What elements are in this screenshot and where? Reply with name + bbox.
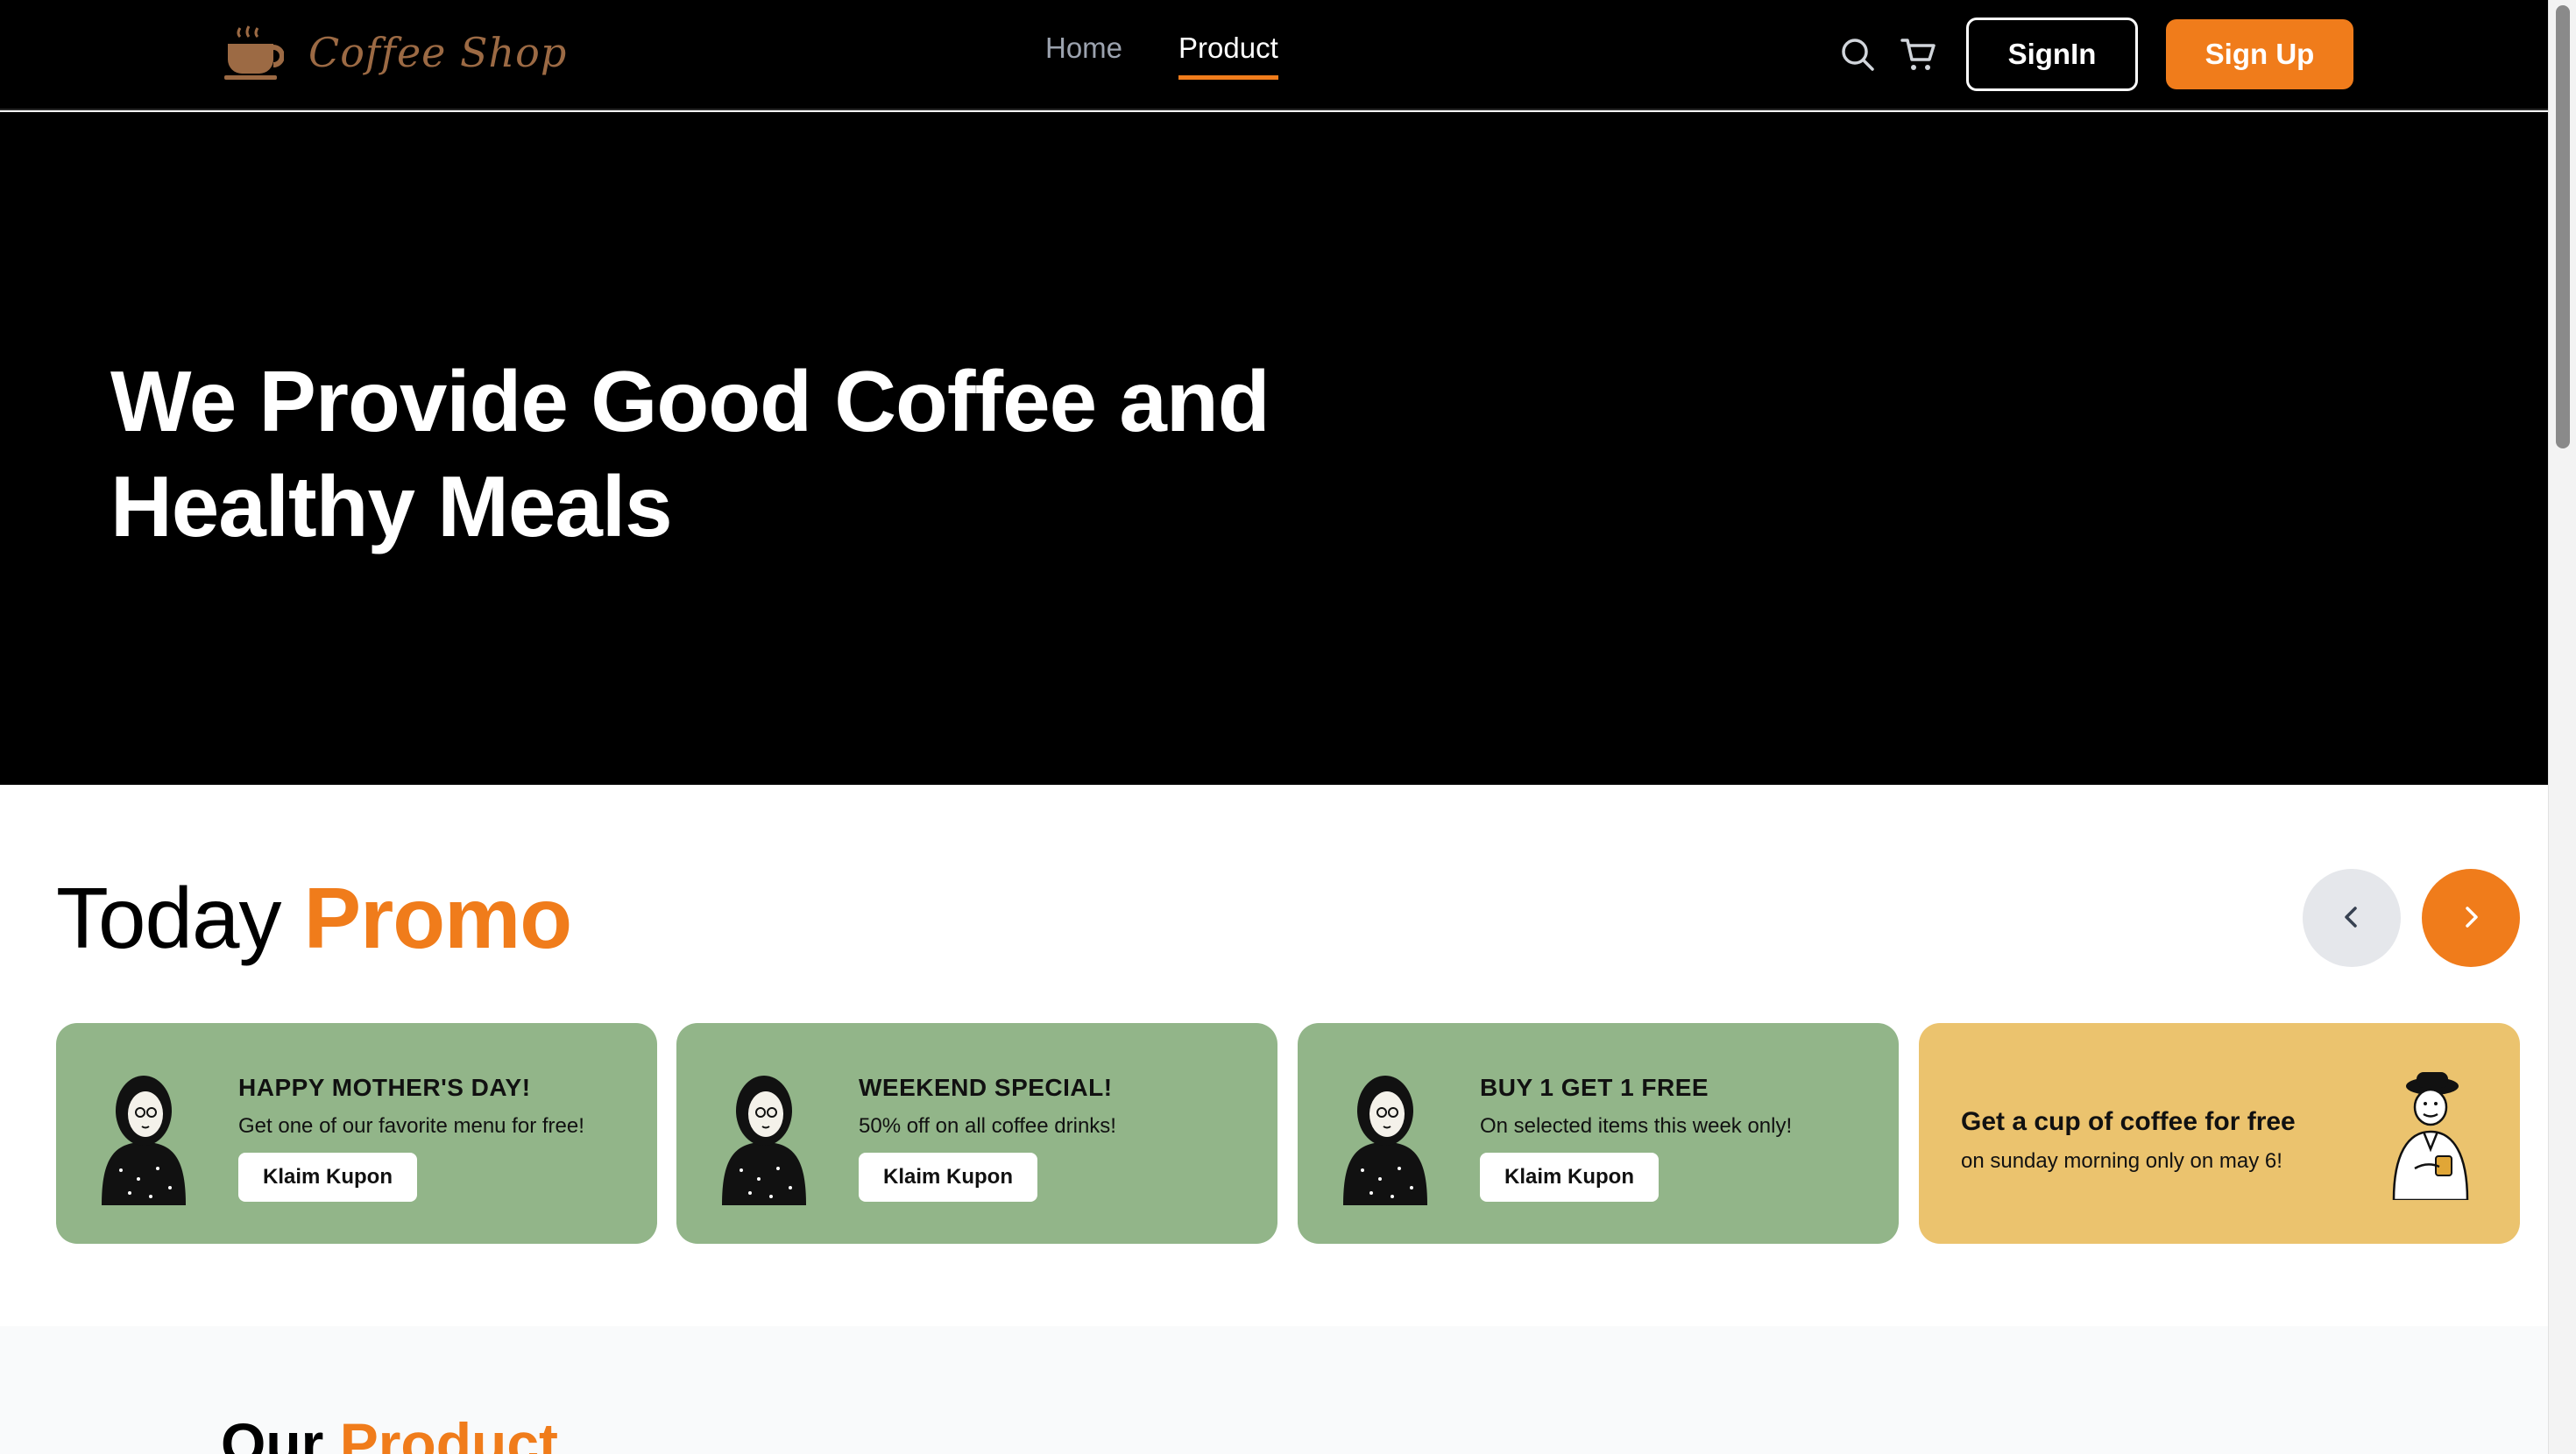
promo-next-button[interactable]: [2422, 869, 2520, 967]
woman-illustration-icon: [715, 1065, 813, 1205]
promo-card: WEEKEND SPECIAL! 50% off on all coffee d…: [676, 1023, 1277, 1244]
promo-card-title: HAPPY MOTHER'S DAY!: [238, 1074, 531, 1101]
promo-heading-plain: Today: [56, 870, 282, 966]
promo-card-subtitle: 50% off on all coffee drinks!: [859, 1114, 1116, 1138]
claim-coupon-button[interactable]: Klaim Kupon: [859, 1153, 1037, 1202]
product-heading: Our Product: [221, 1410, 558, 1454]
promo-prev-button[interactable]: [2303, 869, 2401, 967]
nav-home-link[interactable]: Home: [1045, 32, 1122, 80]
brand-logo[interactable]: Coffee Shop: [224, 25, 567, 81]
signup-button[interactable]: Sign Up: [2166, 19, 2353, 89]
main-nav: Home Product: [1045, 32, 1278, 80]
claim-coupon-button[interactable]: Klaim Kupon: [238, 1153, 417, 1202]
promo-card-title: BUY 1 GET 1 FREE: [1480, 1074, 1709, 1101]
promo-heading-accent: Promo: [303, 870, 572, 966]
promo-card: Get a cup of coffee for free on sunday m…: [1919, 1023, 2520, 1244]
product-section: Our Product: [0, 1326, 2548, 1454]
top-navbar: Coffee Shop Home Product SignIn Sign Up: [0, 0, 2548, 110]
scrollbar-thumb[interactable]: [2556, 5, 2570, 448]
search-icon[interactable]: [1838, 35, 1877, 74]
promo-card: HAPPY MOTHER'S DAY! Get one of our favor…: [56, 1023, 657, 1244]
man-with-coffee-illustration-icon: [2381, 1070, 2478, 1202]
promo-card-subtitle: On selected items this week only!: [1480, 1114, 1793, 1138]
hero-title: We Provide Good Coffee and Healthy Meals: [110, 353, 1270, 554]
promo-section: Today Promo HAPPY MOTHER'S DAY! Get one …: [0, 785, 2548, 1326]
page-scrollbar[interactable]: [2548, 0, 2576, 1454]
claim-coupon-button[interactable]: Klaim Kupon: [1480, 1153, 1659, 1202]
chevron-right-icon: [2455, 901, 2487, 935]
chevron-left-icon: [2336, 901, 2367, 935]
cart-icon[interactable]: [1900, 35, 1938, 74]
woman-illustration-icon: [95, 1065, 193, 1205]
nav-product-link[interactable]: Product: [1178, 32, 1278, 80]
coffee-cup-icon: [224, 25, 285, 81]
promo-card-subtitle: on sunday morning only on may 6!: [1961, 1149, 2282, 1173]
brand-name: Coffee Shop: [308, 29, 568, 76]
promo-card-title: Get a cup of coffee for free: [1961, 1107, 2296, 1136]
product-heading-plain: Our: [221, 1411, 324, 1454]
promo-card-title: WEEKEND SPECIAL!: [859, 1074, 1113, 1101]
product-heading-accent: Product: [339, 1411, 559, 1454]
hero-section: We Provide Good Coffee and Healthy Meals: [0, 112, 2548, 785]
woman-illustration-icon: [1336, 1065, 1434, 1205]
signin-button[interactable]: SignIn: [1966, 18, 2138, 91]
promo-card-subtitle: Get one of our favorite menu for free!: [238, 1114, 584, 1138]
promo-card: BUY 1 GET 1 FREE On selected items this …: [1298, 1023, 1899, 1244]
promo-heading: Today Promo: [56, 870, 572, 966]
